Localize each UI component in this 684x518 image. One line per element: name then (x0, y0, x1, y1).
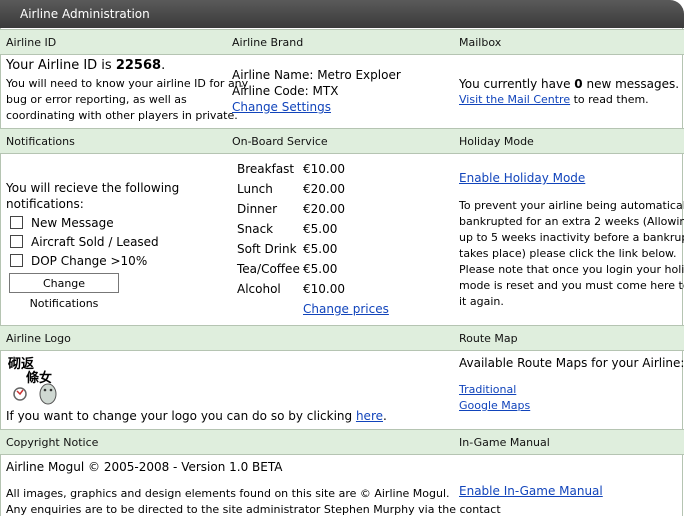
airline-brand-header: Airline Brand (232, 36, 304, 49)
table-row: Dinner €20.00 (237, 199, 345, 219)
notifications-text-2: notifications: (6, 197, 84, 211)
table-row: Alcohol €10.00 (237, 279, 345, 299)
menu-item-name: Dinner (237, 202, 278, 216)
holiday-note-7: it again. (459, 295, 504, 308)
logo-change-text: If you want to change your logo you can … (6, 408, 387, 424)
menu-item-name: Soft Drink (237, 242, 297, 256)
table-row: Snack €5.00 (237, 219, 345, 239)
menu-item-name: Tea/Coffee (237, 262, 300, 276)
menu-item-price: €20.00 (303, 202, 345, 216)
airline-id-intro: Your Airline ID is (6, 58, 116, 73)
logo-change-prefix: If you want to change your logo you can … (6, 409, 356, 423)
menu-item-price: €20.00 (303, 182, 345, 196)
mailbox-status: You currently have 0 new messages. (459, 76, 679, 92)
route-map-traditional-link[interactable]: Traditional (459, 382, 516, 398)
section-header-row-1: Airline ID Airline Brand Mailbox (0, 29, 684, 55)
new-message-checkbox[interactable] (10, 216, 23, 229)
airline-id-period: . (161, 58, 166, 73)
route-map-header: Route Map (459, 332, 518, 345)
onboard-price-table: Breakfast €10.00 Lunch €20.00 Dinner €20.00… (237, 159, 345, 299)
menu-item-price: €5.00 (303, 242, 338, 256)
holiday-note-4: takes place) please click the link below… (459, 247, 677, 260)
airline-logo: 砌返 條女 (8, 353, 62, 405)
table-row: Tea/Coffee €5.00 (237, 259, 345, 279)
holiday-note-2: bankrupted for an extra 2 weeks (Allowin… (459, 215, 684, 228)
holiday-note-6: mode is reset and you must come here to … (459, 279, 684, 292)
airline-id-note-1: You will need to know your airline ID fo… (6, 77, 249, 90)
logo-change-suffix: . (383, 409, 387, 423)
logo-graphic (13, 383, 57, 405)
new-message-label: New Message (31, 216, 114, 230)
airline-id-note-2: bug or error reporting, as well as (6, 93, 187, 106)
notification-option-aircraft-sold[interactable]: Aircraft Sold / Leased (10, 234, 159, 250)
table-row: Lunch €20.00 (237, 179, 345, 199)
table-row: Soft Drink €5.00 (237, 239, 345, 259)
section-header-row-4: Copyright Notice In-Game Manual (0, 429, 684, 455)
holiday-note-5: Please note that once you login your hol… (459, 263, 684, 276)
airline-logo-header: Airline Logo (6, 332, 71, 345)
section-header-row-2: Notifications On-Board Service Holiday M… (0, 128, 684, 154)
notification-option-new-message[interactable]: New Message (10, 215, 114, 231)
menu-item-name: Alcohol (237, 282, 281, 296)
copyright-line-2: All images, graphics and design elements… (6, 487, 450, 500)
enable-holiday-mode-link[interactable]: Enable Holiday Mode (459, 170, 585, 186)
mailbox-post: new messages. (582, 77, 680, 91)
menu-item-name: Snack (237, 222, 274, 236)
menu-item-price: €10.00 (303, 282, 345, 296)
airline-id-note-3: coordinating with other players in priva… (6, 109, 238, 122)
menu-item-name: Lunch (237, 182, 273, 196)
holiday-note-1: To prevent your airline being automatica… (459, 199, 684, 212)
menu-item-price: €10.00 (303, 162, 345, 176)
change-settings-link[interactable]: Change Settings (232, 99, 331, 115)
notification-option-dop-change[interactable]: DOP Change >10% (10, 253, 147, 269)
window-titlebar: Airline Administration (0, 0, 684, 28)
airline-id-value: 22568 (115, 58, 162, 73)
copyright-line-1: Airline Mogul © 2005-2008 - Version 1.0 … (6, 460, 283, 474)
menu-item-price: €5.00 (303, 262, 338, 276)
airline-id-line: Your Airline ID is 22568. (6, 58, 165, 74)
section-header-row-3: Airline Logo Route Map (0, 325, 684, 351)
airline-name: Airline Name: Metro Exploer (232, 68, 401, 82)
menu-item-name: Breakfast (237, 162, 295, 176)
table-row: Breakfast €10.00 (237, 159, 345, 179)
holiday-note-3: up to 5 weeks inactivity before a bankru… (459, 231, 684, 244)
menu-item-price: €5.00 (303, 222, 338, 236)
mailbox-link-after: to read them. (570, 93, 649, 106)
mailbox-count: 0 (574, 77, 583, 91)
route-map-title: Available Route Maps for your Airline: (459, 356, 684, 370)
onboard-header: On-Board Service (232, 135, 328, 148)
dop-change-label: DOP Change >10% (31, 254, 148, 268)
change-notifications-button[interactable]: Change Notifications (9, 273, 119, 310)
mail-centre-link[interactable]: Visit the Mail Centre (459, 93, 570, 106)
change-prices-link[interactable]: Change prices (303, 301, 389, 317)
aircraft-sold-checkbox[interactable] (10, 235, 23, 248)
mailbox-header: Mailbox (459, 36, 502, 49)
route-map-google-link[interactable]: Google Maps (459, 398, 530, 414)
dop-change-checkbox[interactable] (10, 254, 23, 267)
enable-manual-link[interactable]: Enable In-Game Manual (459, 483, 603, 499)
mailbox-link-line: Visit the Mail Centre to read them. (459, 92, 649, 108)
airline-id-header: Airline ID (6, 36, 57, 49)
notifications-header: Notifications (6, 135, 75, 148)
copyright-header: Copyright Notice (6, 436, 99, 449)
logo-here-link[interactable]: here (356, 409, 383, 423)
manual-header: In-Game Manual (459, 436, 550, 449)
mailbox-pre: You currently have (459, 77, 575, 91)
holiday-header: Holiday Mode (459, 135, 534, 148)
window-title: Airline Administration (20, 7, 150, 21)
notifications-text-1: You will recieve the following (6, 181, 180, 195)
aircraft-sold-label: Aircraft Sold / Leased (31, 235, 159, 249)
airline-code: Airline Code: MTX (232, 84, 339, 98)
